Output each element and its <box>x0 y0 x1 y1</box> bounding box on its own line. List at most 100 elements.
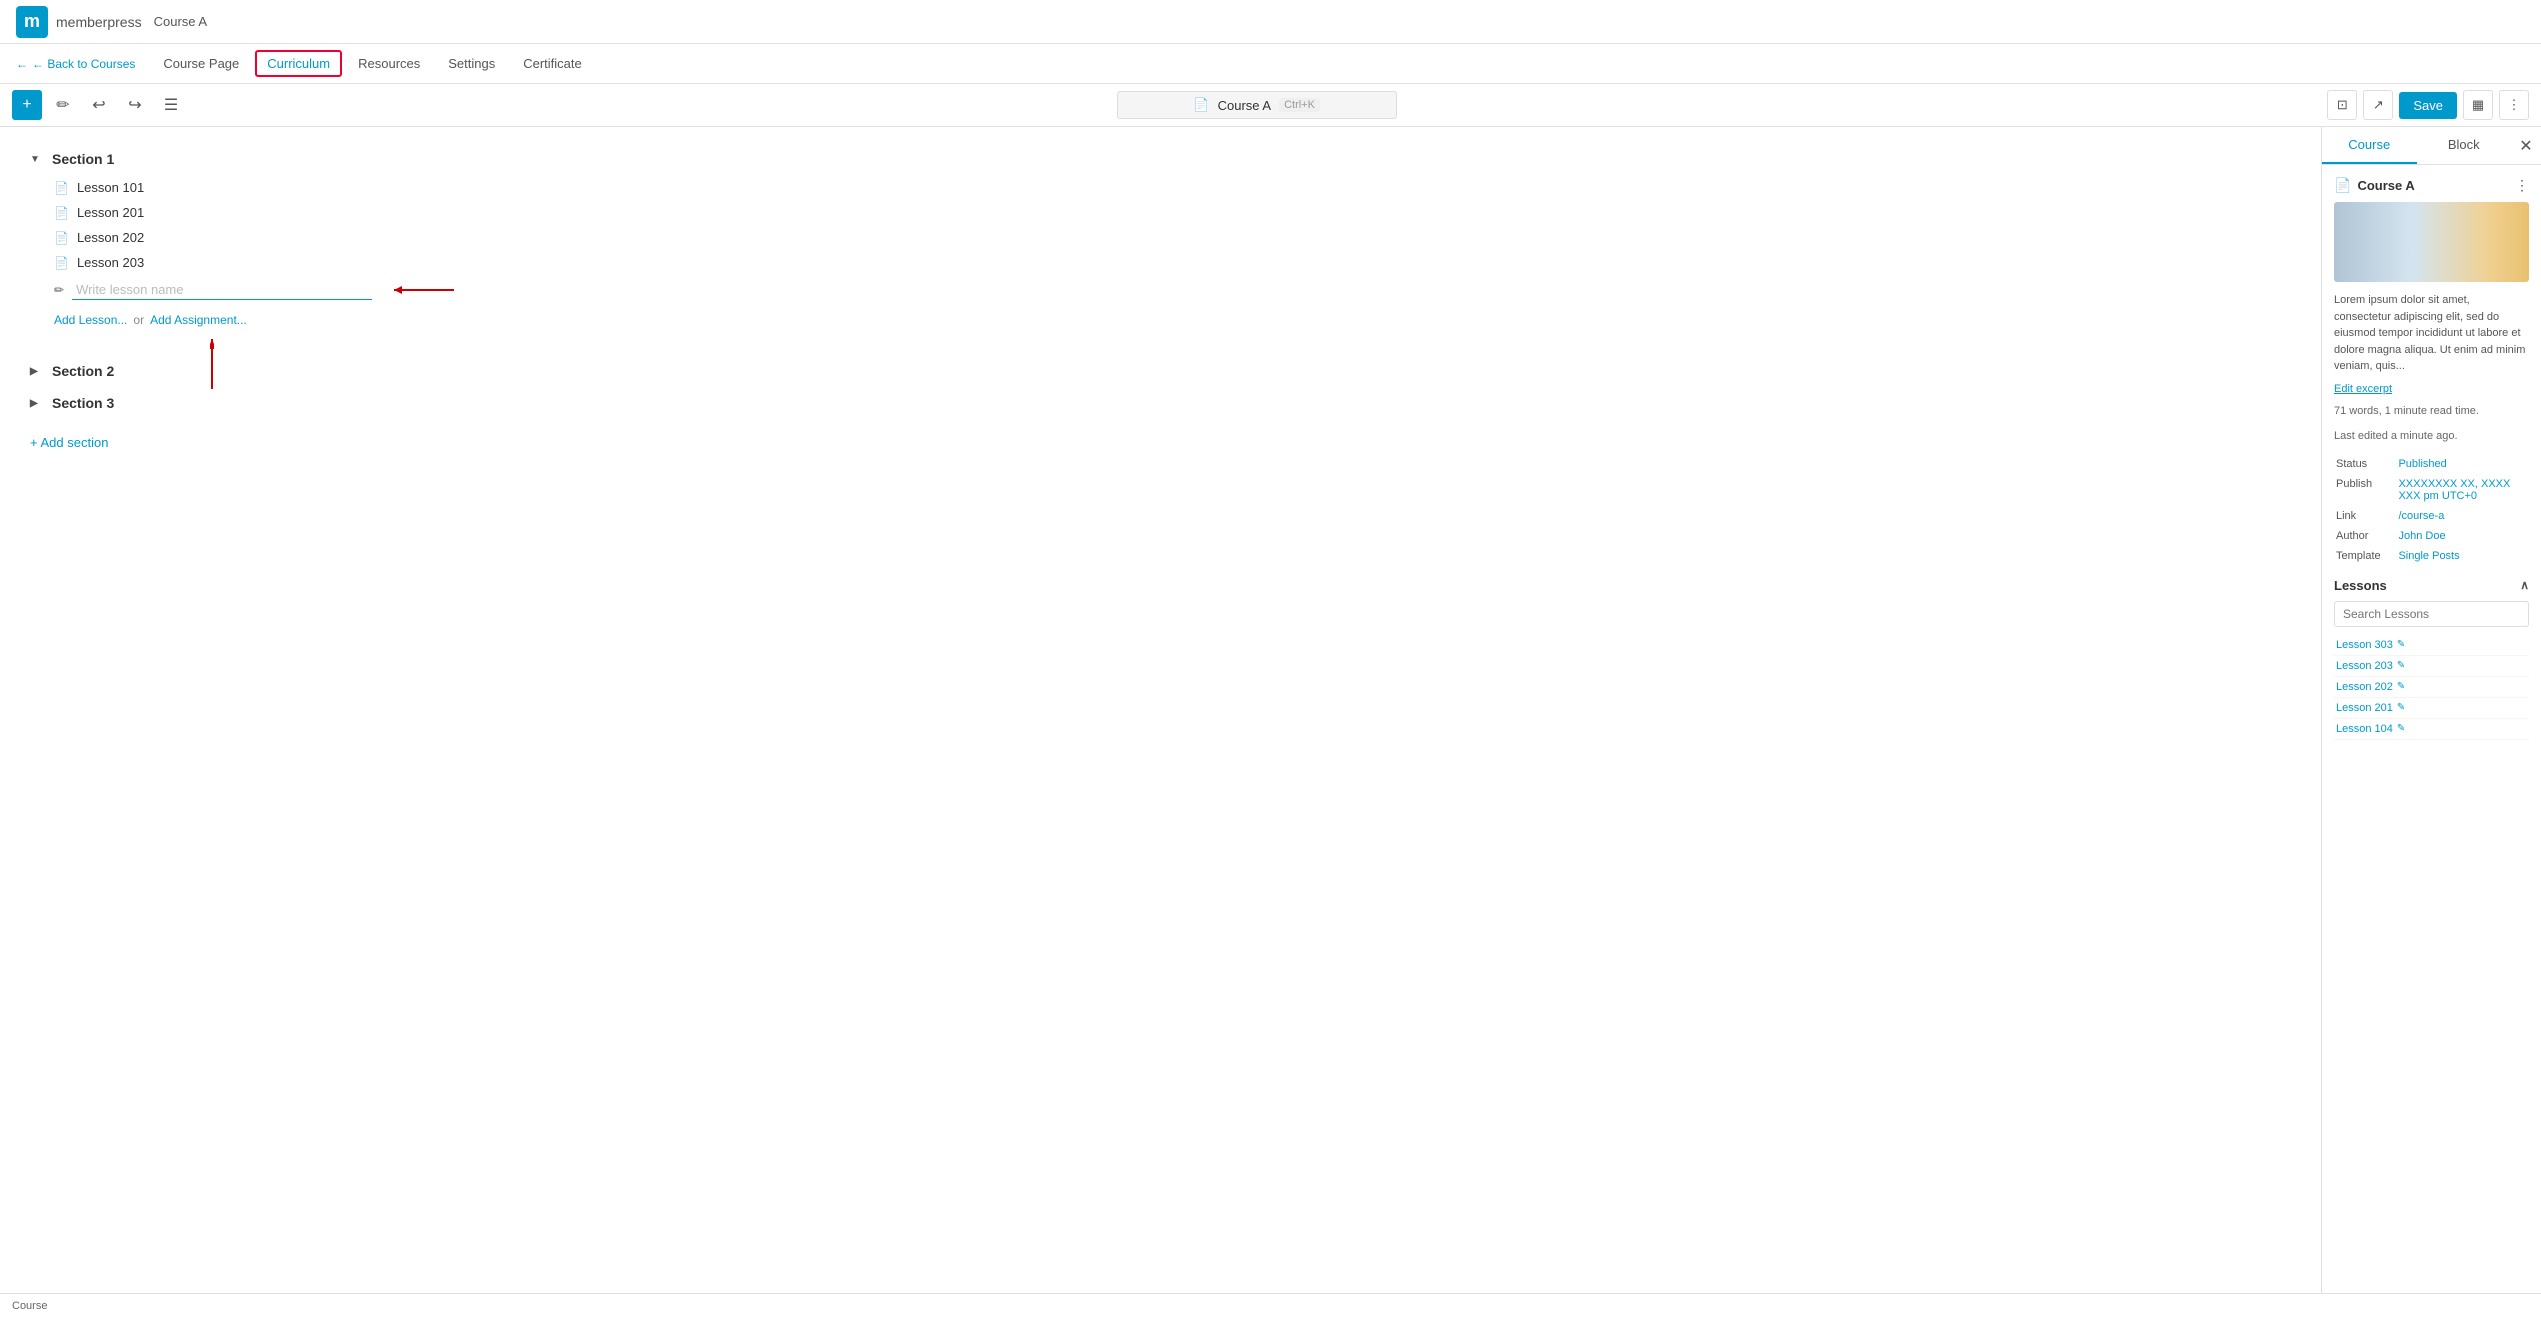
or-separator: or <box>133 313 144 327</box>
add-assignment-link[interactable]: Add Assignment... <box>150 313 247 327</box>
table-row: Link /course-a <box>2334 506 2529 526</box>
section-2-label: Section 2 <box>52 363 114 379</box>
panel-more-button[interactable]: ⋮ <box>2515 177 2529 194</box>
table-row: Status Published <box>2334 454 2529 474</box>
search-lessons-input[interactable] <box>2334 601 2529 627</box>
list-view-button[interactable]: ☰ <box>156 90 186 120</box>
table-row: Publish XXXXXXXX XX, XXXX XXX pm UTC+0 <box>2334 474 2529 506</box>
lesson-203-edit-icon[interactable]: ✎ <box>2397 660 2405 671</box>
pencil-icon: ✏ <box>56 95 69 115</box>
tab-curriculum[interactable]: Curriculum <box>255 50 342 77</box>
curriculum-body: ▼ Section 1 📄 Lesson 101 📄 Lesson 201 📄 … <box>30 147 2291 454</box>
tab-resources[interactable]: Resources <box>346 50 432 77</box>
section-1: ▼ Section 1 📄 Lesson 101 📄 Lesson 201 📄 … <box>30 147 2291 331</box>
external-link-icon: ↗ <box>2373 97 2384 113</box>
lesson-303-link[interactable]: Lesson 303 <box>2336 639 2393 651</box>
panel-body: 📄 Course A ⋮ Lorem ipsum dolor sit amet,… <box>2322 165 2541 1293</box>
lesson-201-edit-icon[interactable]: ✎ <box>2397 702 2405 713</box>
doc-icon: 📄 <box>1193 97 1209 113</box>
view-icon: ⊡ <box>2337 97 2348 113</box>
status-value: Published <box>2396 454 2529 474</box>
toggle-sidebar-button[interactable]: ▦ <box>2463 90 2493 120</box>
more-options-button[interactable]: ⋮ <box>2499 90 2529 120</box>
section-3-header[interactable]: ▶ Section 3 <box>30 391 2291 415</box>
lessons-list: Lesson 303 ✎ Lesson 203 ✎ Lesson 202 ✎ L… <box>2334 635 2529 740</box>
tab-certificate[interactable]: Certificate <box>511 50 594 77</box>
content-area: ▼ Section 1 📄 Lesson 101 📄 Lesson 201 📄 … <box>0 127 2321 1293</box>
external-link-button[interactable]: ↗ <box>2363 90 2393 120</box>
panel-course-header: 📄 Course A ⋮ <box>2334 177 2529 194</box>
section-1-header[interactable]: ▼ Section 1 <box>30 147 2291 171</box>
lessons-section: Lessons ∧ Lesson 303 ✎ Lesson 203 ✎ Less… <box>2334 578 2529 740</box>
lesson-202-name: Lesson 202 <box>77 230 144 245</box>
lesson-202-link[interactable]: Lesson 202 <box>2336 681 2393 693</box>
lesson-doc-icon: 📄 <box>54 256 69 270</box>
lessons-header: Lessons ∧ <box>2334 578 2529 593</box>
top-bar: m memberpress Course A <box>0 0 2541 44</box>
undo-button[interactable]: ↩ <box>84 90 114 120</box>
section-2-header[interactable]: ▶ Section 2 <box>30 359 2291 383</box>
logo-area: m memberpress Course A <box>16 6 207 38</box>
template-label: Template <box>2334 546 2396 566</box>
lesson-name-input[interactable] <box>72 280 372 300</box>
lesson-104-edit-icon[interactable]: ✎ <box>2397 723 2405 734</box>
section-2: ▶ Section 2 <box>30 359 2291 383</box>
lesson-203-name: Lesson 203 <box>77 255 144 270</box>
course-meta-edited: Last edited a minute ago. <box>2334 428 2529 446</box>
list-item: 📄 Lesson 101 <box>50 175 2291 200</box>
lesson-303-edit-icon[interactable]: ✎ <box>2397 639 2405 650</box>
lessons-title: Lessons <box>2334 578 2387 593</box>
panel-tabs: Course Block ✕ <box>2322 127 2541 165</box>
redo-button[interactable]: ↪ <box>120 90 150 120</box>
author-label: Author <box>2334 526 2396 546</box>
edit-excerpt-link[interactable]: Edit excerpt <box>2334 383 2529 395</box>
thumbnail-image <box>2334 202 2529 282</box>
toolbar: + ✏ ↩ ↪ ☰ 📄 Course A Ctrl+K ⊡ ↗ Save ▦ ⋮ <box>0 84 2541 127</box>
tab-block[interactable]: Block <box>2417 127 2512 164</box>
lesson-203-link[interactable]: Lesson 203 <box>2336 660 2393 672</box>
more-dots-icon: ⋮ <box>2508 97 2521 113</box>
add-lesson-link[interactable]: Add Lesson... <box>54 313 127 327</box>
document-title-area[interactable]: 📄 Course A Ctrl+K <box>1117 91 1397 119</box>
lesson-202-edit-icon[interactable]: ✎ <box>2397 681 2405 692</box>
link-value[interactable]: /course-a <box>2396 506 2529 526</box>
course-meta-table: Status Published Publish XXXXXXXX XX, XX… <box>2334 454 2529 566</box>
save-button[interactable]: Save <box>2399 92 2457 119</box>
lesson-doc-icon: 📄 <box>54 231 69 245</box>
section-3-label: Section 3 <box>52 395 114 411</box>
view-mode-button[interactable]: ⊡ <box>2327 90 2357 120</box>
tab-course-page[interactable]: Course Page <box>151 50 251 77</box>
nav-tabs: ← ← Back to Courses Course Page Curricul… <box>0 44 2541 84</box>
tab-course[interactable]: Course <box>2322 127 2417 164</box>
panel-course-title: 📄 Course A <box>2334 177 2415 194</box>
list-item: Lesson 303 ✎ <box>2334 635 2529 656</box>
lesson-104-link[interactable]: Lesson 104 <box>2336 723 2393 735</box>
red-arrow-svg <box>384 282 464 298</box>
list-item: 📄 Lesson 203 <box>50 250 2291 275</box>
add-section-button[interactable]: + Add section <box>30 431 2291 454</box>
right-panel: Course Block ✕ 📄 Course A ⋮ Lorem ipsum … <box>2321 127 2541 1293</box>
section-1-content: 📄 Lesson 101 📄 Lesson 201 📄 Lesson 202 📄… <box>50 175 2291 331</box>
tab-settings[interactable]: Settings <box>436 50 507 77</box>
add-block-button[interactable]: + <box>12 90 42 120</box>
back-label: ← Back to Courses <box>32 57 135 71</box>
author-value[interactable]: John Doe <box>2396 526 2529 546</box>
vertical-arrow-container <box>210 339 214 399</box>
table-row: Template Single Posts <box>2334 546 2529 566</box>
list-icon: ☰ <box>164 95 178 115</box>
doc-title: Course A <box>1218 98 1271 113</box>
lesson-201-link[interactable]: Lesson 201 <box>2336 702 2393 714</box>
edit-tool-button[interactable]: ✏ <box>48 90 78 120</box>
add-lesson-row: Add Lesson... or Add Assignment... <box>50 309 2291 331</box>
back-to-courses-link[interactable]: ← ← Back to Courses <box>16 57 135 71</box>
panel-close-button[interactable]: ✕ <box>2511 127 2541 164</box>
list-item: 📄 Lesson 202 <box>50 225 2291 250</box>
redo-icon: ↪ <box>128 95 141 115</box>
lesson-101-name: Lesson 101 <box>77 180 144 195</box>
lessons-collapse-button[interactable]: ∧ <box>2520 578 2529 592</box>
template-value[interactable]: Single Posts <box>2396 546 2529 566</box>
status-bar-label: Course <box>12 1300 47 1312</box>
status-label: Status <box>2334 454 2396 474</box>
table-row: Author John Doe <box>2334 526 2529 546</box>
course-meta-words: 71 words, 1 minute read time. <box>2334 403 2529 421</box>
